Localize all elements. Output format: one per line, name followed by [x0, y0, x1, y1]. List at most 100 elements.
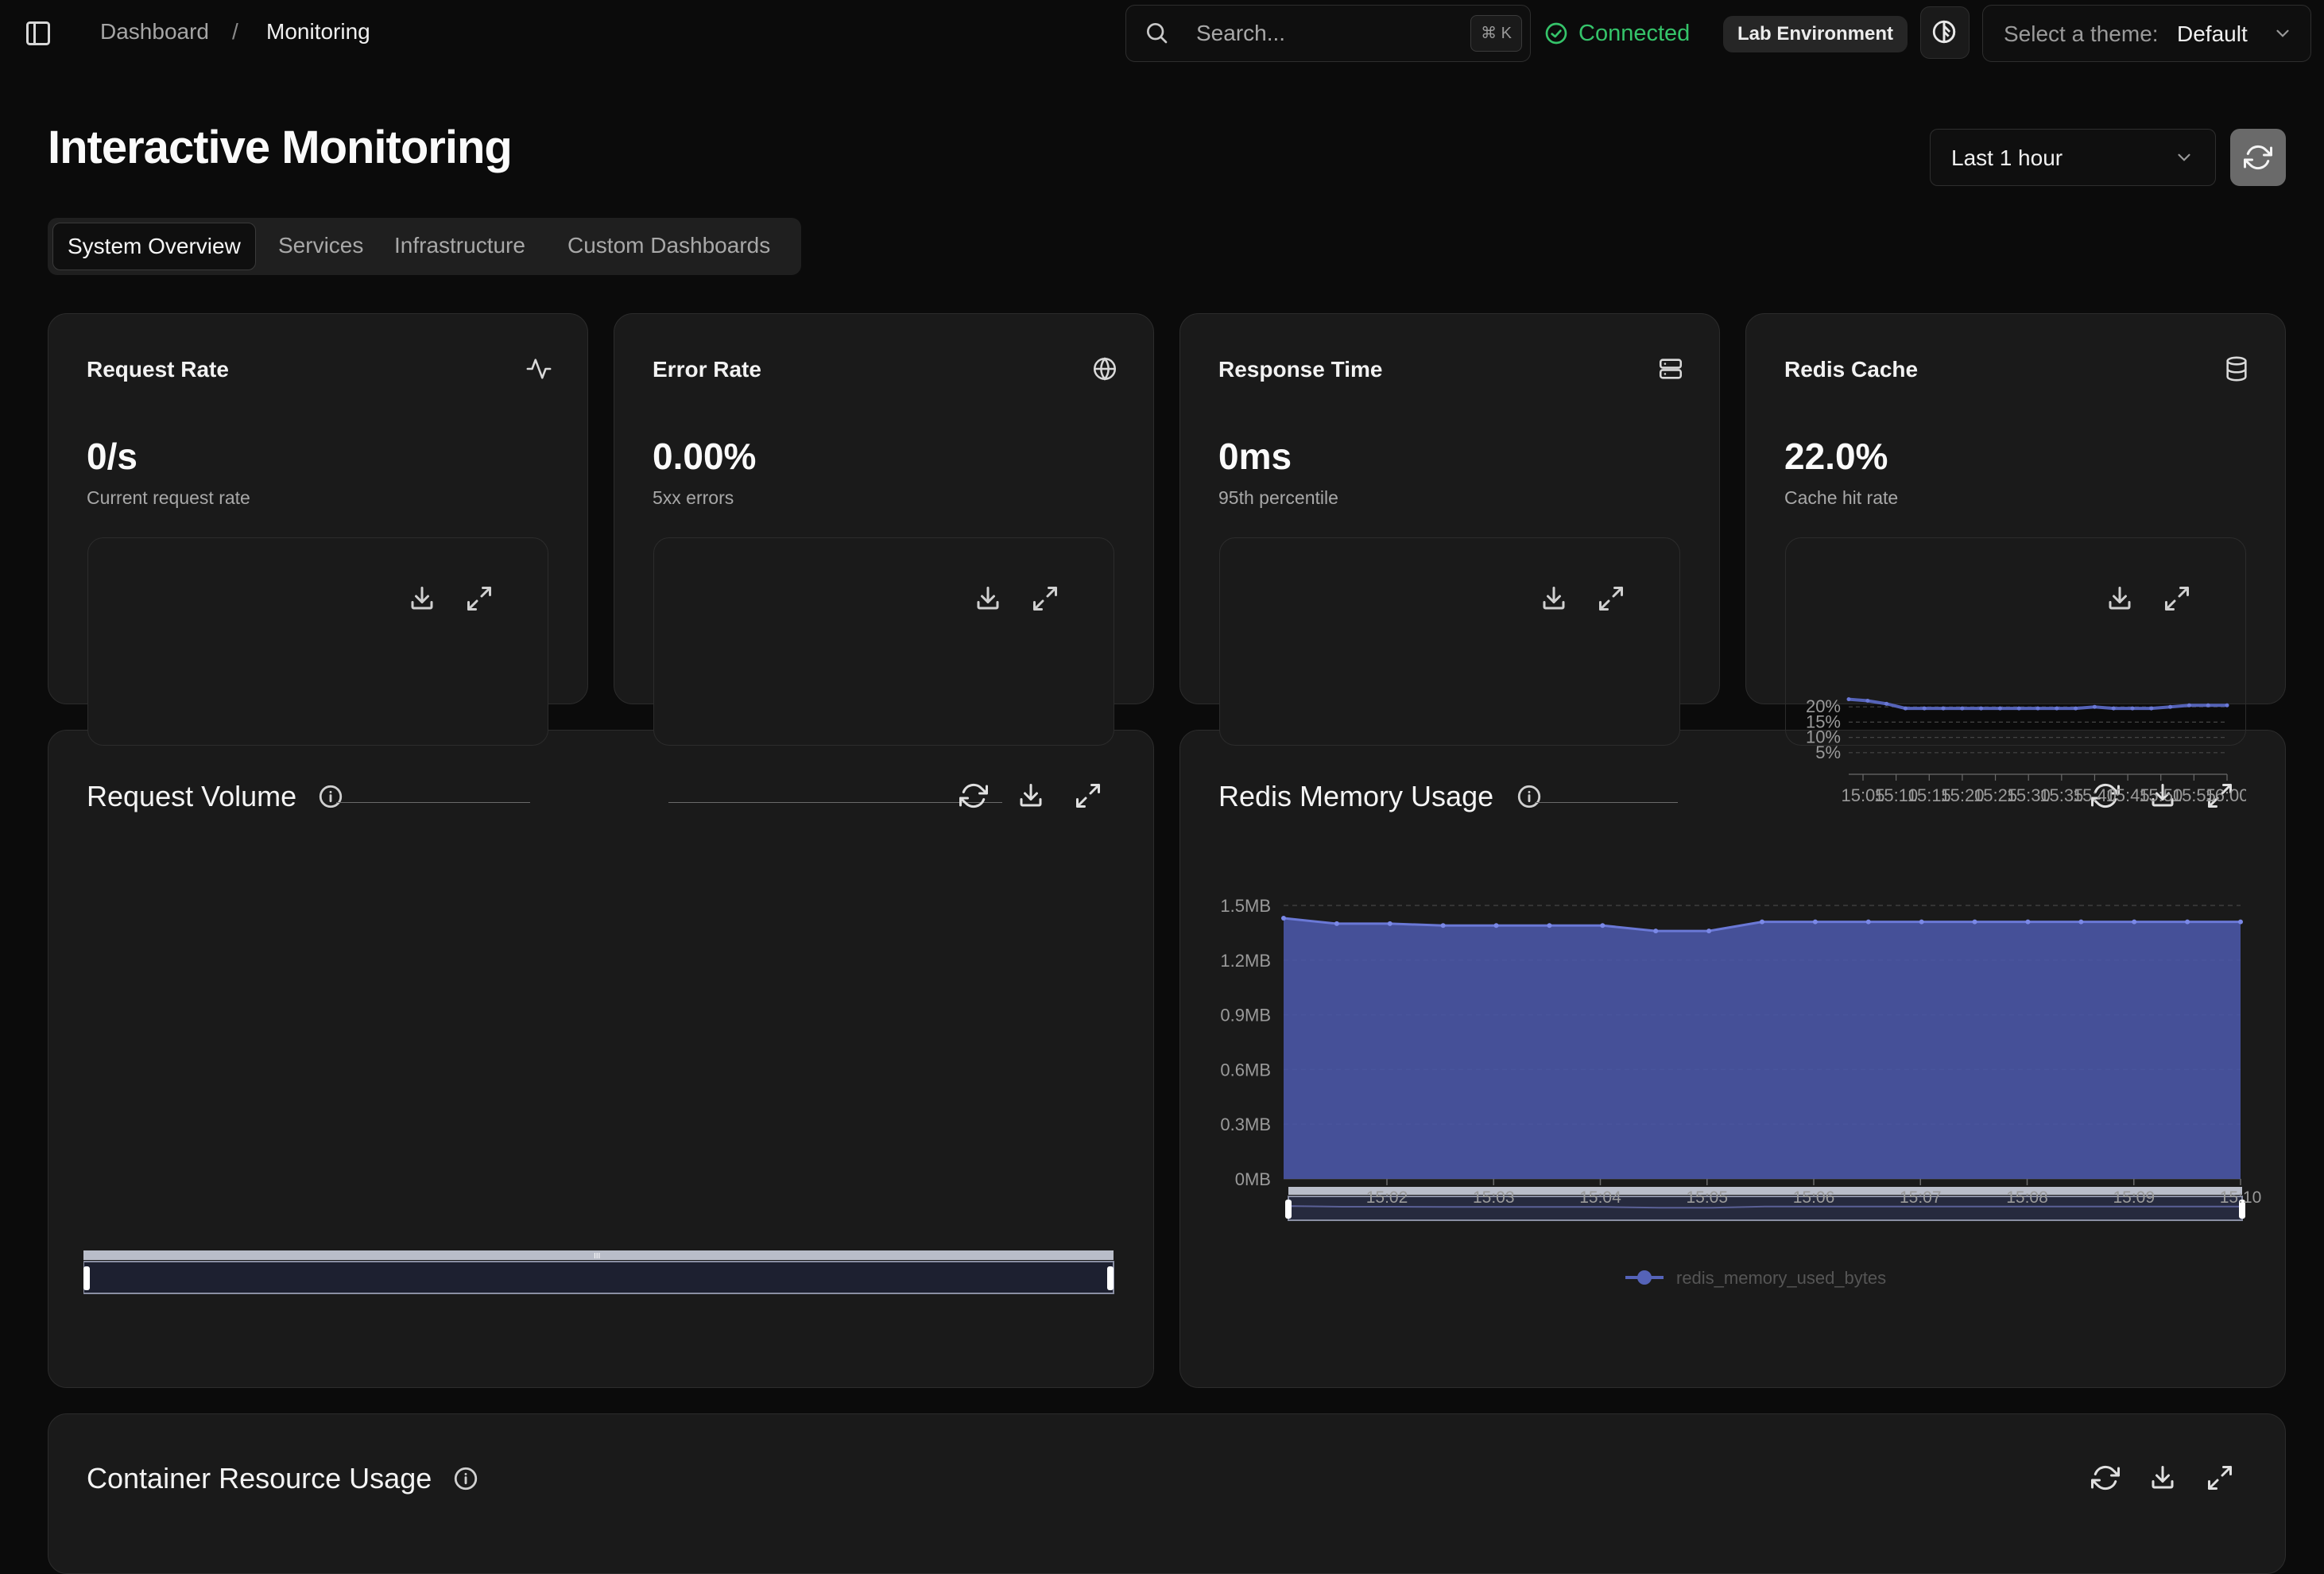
contrast-icon	[1932, 20, 1956, 44]
data-point	[1387, 921, 1392, 926]
x-tick-label: 15:02	[1366, 1188, 1408, 1207]
data-point	[2168, 704, 2173, 709]
zoom-slider-window	[1288, 1196, 2243, 1221]
legend-label: redis_memory_used_bytes	[1676, 1268, 1886, 1288]
container-resource-panel: Container Resource Usage	[48, 1413, 2286, 1574]
data-point	[2238, 919, 2243, 925]
theme-select[interactable]: Select a theme: Default	[1982, 5, 2311, 62]
environment-badge: Lab Environment	[1723, 16, 1908, 52]
download-icon[interactable]	[2148, 1464, 2177, 1492]
download-icon[interactable]	[1540, 584, 1568, 613]
x-tick-label: 15:03	[1473, 1188, 1515, 1207]
panel-title: Redis Memory Usage	[1218, 780, 1494, 812]
data-point	[1922, 706, 1927, 711]
tab-infrastructure[interactable]: Infrastructure	[380, 223, 540, 269]
stat-title: Redis Cache	[1784, 357, 1919, 382]
expand-icon[interactable]	[1031, 584, 1059, 613]
info-icon[interactable]	[1516, 783, 1543, 810]
data-point	[1884, 701, 1889, 706]
data-point	[1547, 923, 1552, 929]
breadcrumb-separator: /	[232, 19, 238, 44]
data-point	[2111, 706, 2116, 711]
search-box[interactable]: ⌘ K	[1125, 5, 1531, 62]
redis-memory-chart[interactable]: 0MB 0.3MB 0.6MB 0.9MB 1.2MB 1.5MB 15:02 15:03 15…	[1180, 890, 2285, 1335]
chart-axis-line	[336, 802, 530, 803]
tab-custom-dashboards[interactable]: Custom Dashboards	[553, 223, 784, 269]
download-icon[interactable]	[2105, 584, 2134, 613]
theme-select-value: Default	[2177, 21, 2248, 46]
download-icon[interactable]	[974, 584, 1002, 613]
info-icon[interactable]	[317, 783, 344, 810]
x-tick-label: 15:07	[1900, 1188, 1942, 1207]
breadcrumb-dashboard-link[interactable]: Dashboard	[100, 19, 209, 45]
stat-value: 0/s	[87, 436, 138, 477]
x-tick-label: 15:10	[2220, 1188, 2262, 1207]
chart-axis-line	[1535, 802, 1678, 803]
y-tick-label: 0.6MB	[1220, 1060, 1271, 1080]
request-volume-zoom-slider[interactable]: III	[83, 1250, 1118, 1298]
connection-status: Connected	[1544, 17, 1690, 49]
activity-icon	[525, 355, 552, 382]
svg-text:III: III	[594, 1252, 600, 1261]
y-tick-label: 0.9MB	[1220, 1006, 1271, 1025]
tab-services[interactable]: Services	[264, 223, 378, 269]
theme-toggle-button[interactable]	[1920, 6, 1970, 59]
data-point	[2206, 703, 2210, 708]
y-tick-label: 0MB	[1235, 1169, 1271, 1189]
area-series	[1284, 918, 2241, 1179]
data-point	[2149, 706, 2154, 711]
zoom-slider-handle	[1285, 1200, 1292, 1219]
x-tick-label: 15:09	[2113, 1188, 2155, 1207]
data-point	[1997, 706, 2002, 711]
server-icon	[1657, 355, 1684, 382]
data-point	[2186, 703, 2191, 708]
time-range-select[interactable]: Last 1 hour	[1930, 129, 2216, 186]
refresh-icon[interactable]	[959, 781, 988, 810]
error-rate-mini-chart	[653, 537, 1114, 746]
download-icon[interactable]	[1017, 781, 1045, 810]
refresh-button[interactable]	[2230, 129, 2286, 186]
refresh-icon[interactable]	[2091, 1464, 2120, 1492]
data-point	[2092, 704, 2097, 709]
search-input[interactable]	[1195, 17, 1436, 50]
data-point	[1846, 697, 1851, 702]
data-point	[1493, 923, 1499, 929]
sidebar-toggle-icon[interactable]	[24, 19, 52, 48]
search-icon	[1144, 20, 1169, 45]
data-point	[1600, 923, 1605, 929]
stat-subtitle: Current request rate	[87, 487, 250, 508]
info-icon[interactable]	[452, 1465, 479, 1492]
expand-icon[interactable]	[2163, 584, 2191, 613]
tab-system-overview[interactable]: System Overview	[52, 223, 256, 270]
chevron-down-icon	[2174, 147, 2194, 168]
connection-status-label: Connected	[1578, 20, 1691, 46]
data-point	[2078, 919, 2084, 925]
search-shortcut-badge: ⌘ K	[1470, 15, 1522, 52]
data-point	[2185, 919, 2190, 925]
stat-title: Request Rate	[87, 357, 229, 382]
response-time-mini-chart	[1219, 537, 1680, 746]
expand-icon[interactable]	[1597, 584, 1625, 613]
data-point	[1919, 919, 1924, 925]
data-point	[1865, 919, 1871, 925]
data-point	[1760, 919, 1764, 925]
download-icon[interactable]	[408, 584, 436, 613]
refresh-icon	[2244, 145, 2272, 170]
expand-icon[interactable]	[2206, 1464, 2234, 1492]
data-point	[1941, 706, 1946, 711]
legend-marker	[1637, 1270, 1652, 1285]
stat-subtitle: 5xx errors	[653, 487, 734, 508]
x-tick-label: 15:04	[1579, 1188, 1621, 1207]
data-point	[1903, 706, 1908, 711]
data-point	[2025, 919, 2031, 925]
request-volume-panel: Request Volume III	[48, 730, 1154, 1388]
time-range-value: Last 1 hour	[1951, 145, 2063, 170]
data-point	[2225, 703, 2229, 708]
tab-list: System Overview Services Infrastructure …	[48, 218, 801, 275]
expand-icon[interactable]	[465, 584, 494, 613]
chevron-down-icon	[2272, 23, 2293, 44]
data-point	[1960, 706, 1965, 711]
x-tick-label: 16:00	[2205, 785, 2246, 805]
expand-icon[interactable]	[1074, 781, 1102, 810]
data-point	[2132, 919, 2137, 925]
